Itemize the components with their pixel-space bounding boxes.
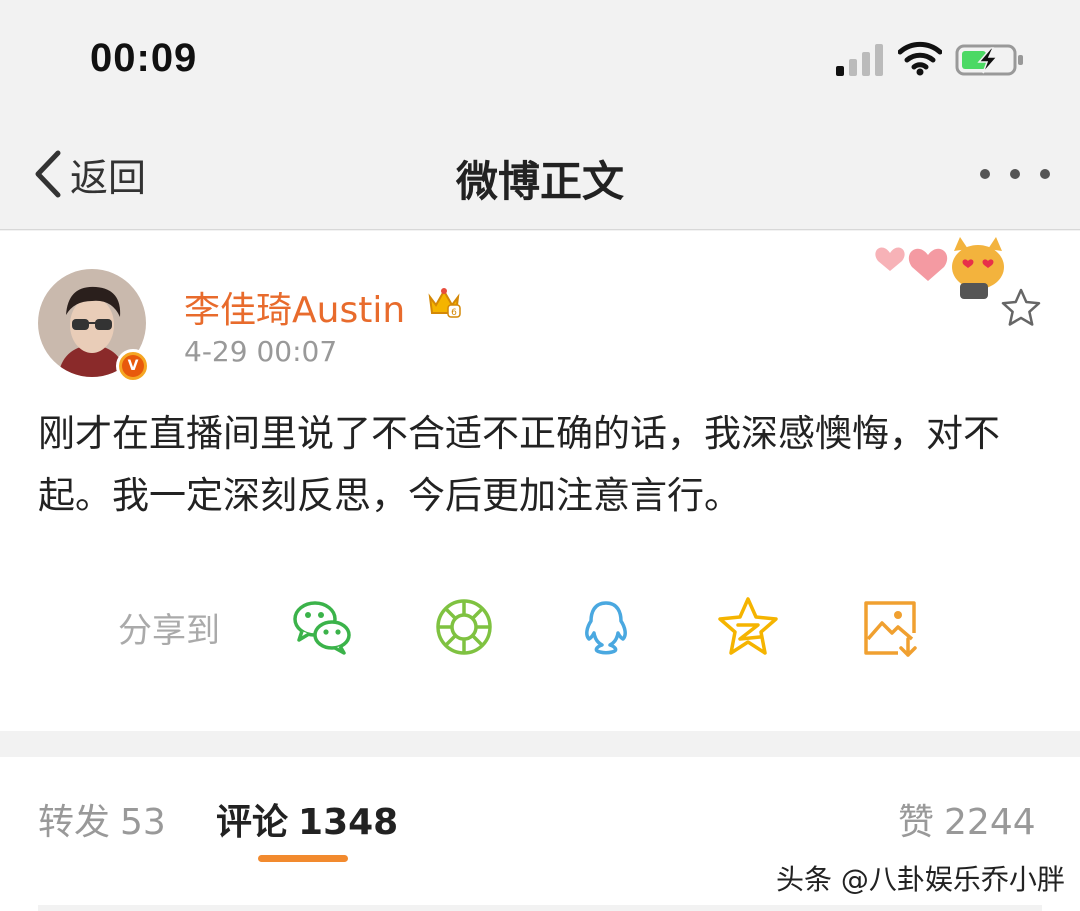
share-label: 分享到 (118, 610, 220, 651)
tab-like[interactable]: 赞 2244 (898, 793, 1036, 845)
svg-text:6: 6 (451, 308, 457, 318)
more-dot-icon (1010, 169, 1020, 179)
heart-cat-sticker-icon (875, 237, 1004, 299)
tab-like-count: 2244 (944, 802, 1036, 843)
more-options-button[interactable] (980, 162, 1050, 186)
active-tab-indicator (258, 855, 348, 862)
status-time: 00:09 (90, 36, 198, 80)
tab-repost[interactable]: 转发 53 (38, 793, 166, 845)
battery-charging-icon (955, 44, 1023, 76)
tab-like-label: 赞 (898, 802, 935, 843)
more-dot-icon (980, 169, 990, 179)
post-timestamp: 4-29 00:07 (184, 335, 338, 368)
share-row: 分享到 (118, 597, 1000, 657)
moments-icon[interactable] (432, 595, 496, 659)
author-name[interactable]: 李佳琦Austin (184, 281, 405, 333)
wechat-icon[interactable] (290, 595, 354, 659)
tab-comment-label: 评论 (216, 802, 289, 843)
watermark-text: 头条 @八卦娱乐乔小胖 (776, 863, 1065, 896)
divider (38, 905, 1042, 911)
verified-badge-icon: V (116, 349, 150, 383)
wifi-icon (898, 41, 942, 76)
tab-comment-count: 1348 (298, 802, 399, 843)
more-dot-icon (1040, 169, 1050, 179)
qzone-icon[interactable] (716, 595, 780, 659)
author-avatar[interactable]: V (38, 269, 150, 383)
post-card: V 李佳琦Austin 6 4-29 00:07 刚才在直播间里说了不合适不正确… (0, 231, 1080, 731)
crown-member-icon: 6 (428, 288, 461, 318)
tab-comment[interactable]: 评论 1348 (216, 793, 398, 845)
page-title: 微博正文 (455, 157, 624, 206)
tab-repost-count: 53 (120, 802, 166, 843)
cellular-signal-icon (836, 44, 883, 76)
qq-icon[interactable] (574, 595, 638, 659)
status-bar: 00:09 (0, 0, 1080, 118)
save-image-icon[interactable] (858, 595, 922, 659)
navigation-bar: 返回 微博正文 (0, 118, 1080, 230)
favorite-star-icon[interactable] (1000, 287, 1042, 329)
post-body-text: 刚才在直播间里说了不合适不正确的话，我深感懊悔，对不起。我一定深刻反思，今后更加… (38, 412, 1000, 517)
tab-repost-label: 转发 (38, 802, 111, 843)
